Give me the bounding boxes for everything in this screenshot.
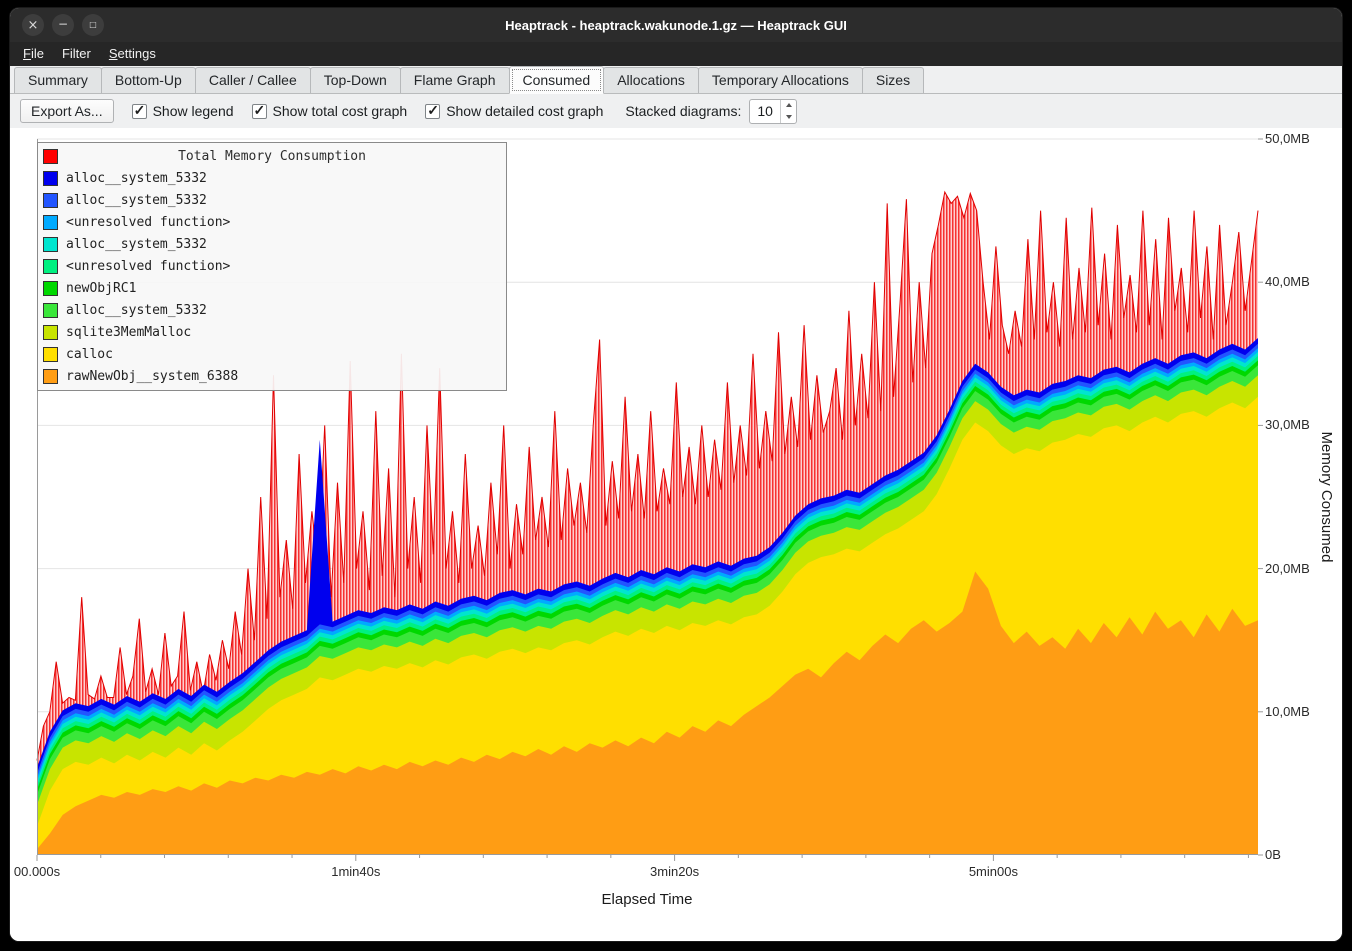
menu-item-file[interactable]: File [14, 42, 53, 66]
legend-item: <unresolved function> [38, 211, 506, 233]
y-tick-label: 30,0MB [1265, 417, 1310, 432]
app-window: × − □ Heaptrack - heaptrack.wakunode.1.g… [10, 8, 1342, 941]
legend-swatch [43, 259, 58, 274]
checkbox-show-detailed-cost-graph[interactable]: Show detailed cost graph [425, 103, 603, 119]
spinbox-buttons [780, 100, 796, 123]
legend-swatch [43, 237, 58, 252]
legend-item: sqlite3MemMalloc [38, 321, 506, 343]
tab-top-down[interactable]: Top-Down [310, 67, 401, 93]
y-axis-title: Memory Consumed [1318, 432, 1335, 563]
legend-label: alloc__system_5332 [66, 303, 207, 318]
menu-item-settings[interactable]: Settings [100, 42, 165, 66]
x-tick-label: 3min20s [650, 864, 699, 879]
tab-flame-graph[interactable]: Flame Graph [400, 67, 510, 93]
legend-title-swatch [43, 149, 58, 164]
legend-swatch [43, 347, 58, 362]
chart-area: Total Memory Consumption alloc__system_5… [10, 128, 1342, 941]
legend-swatch [43, 303, 58, 318]
checkbox-label: Show legend [153, 103, 234, 119]
legend-item: alloc__system_5332 [38, 233, 506, 255]
legend-item: alloc__system_5332 [38, 299, 506, 321]
y-tick-label: 40,0MB [1265, 274, 1310, 289]
legend-swatch [43, 193, 58, 208]
legend-label: alloc__system_5332 [66, 237, 207, 252]
x-axis-title: Elapsed Time [602, 891, 693, 908]
checkbox-box[interactable] [425, 104, 440, 119]
menu-bar: FileFilterSettings [10, 42, 1342, 66]
y-tick-label: 50,0MB [1265, 131, 1310, 146]
legend-label: <unresolved function> [66, 215, 230, 230]
checkbox-group: Show legend Show total cost graph Show det… [132, 103, 604, 119]
minimize-button[interactable]: − [52, 14, 74, 36]
y-tick-label: 20,0MB [1265, 561, 1310, 576]
legend-label: alloc__system_5332 [66, 171, 207, 186]
close-button[interactable]: × [22, 14, 44, 36]
legend-label: sqlite3MemMalloc [66, 325, 191, 340]
tab-consumed[interactable]: Consumed [509, 66, 605, 94]
minimize-icon: − [58, 18, 68, 30]
legend-item: rawNewObj__system_6388 [38, 365, 506, 387]
window-controls: × − □ [22, 8, 104, 42]
legend-label: <unresolved function> [66, 259, 230, 274]
titlebar: × − □ Heaptrack - heaptrack.wakunode.1.g… [10, 8, 1342, 42]
maximize-button[interactable]: □ [82, 14, 104, 36]
legend-label: newObjRC1 [66, 281, 136, 296]
maximize-icon: □ [89, 21, 97, 29]
legend-item: alloc__system_5332 [38, 167, 506, 189]
spinbox-up-button[interactable] [781, 100, 796, 112]
legend-label: alloc__system_5332 [66, 193, 207, 208]
legend-label: calloc [66, 347, 113, 362]
legend-swatch [43, 215, 58, 230]
x-tick-label: 5min00s [969, 864, 1018, 879]
legend-item: newObjRC1 [38, 277, 506, 299]
legend-title-row: Total Memory Consumption [38, 145, 506, 167]
toolbar: Export As... Show legend Show total cost … [10, 94, 1342, 128]
spinbox-down-button[interactable] [781, 111, 796, 123]
legend-item: alloc__system_5332 [38, 189, 506, 211]
legend-label: rawNewObj__system_6388 [66, 369, 238, 384]
checkbox-show-total-cost-graph[interactable]: Show total cost graph [252, 103, 408, 119]
checkbox-label: Show total cost graph [273, 103, 408, 119]
legend-swatch [43, 281, 58, 296]
y-tick-label: 0B [1265, 847, 1281, 862]
stacked-diagrams-spinbox[interactable]: 10 [749, 99, 797, 124]
tab-temporary-allocations[interactable]: Temporary Allocations [698, 67, 863, 93]
chart-legend: Total Memory Consumption alloc__system_5… [37, 142, 507, 391]
export-as-button[interactable]: Export As... [20, 99, 114, 123]
spinbox-value: 10 [750, 100, 780, 123]
legend-swatch [43, 171, 58, 186]
tab-bottom-up[interactable]: Bottom-Up [101, 67, 196, 93]
close-icon: × [28, 19, 39, 32]
checkbox-show-legend[interactable]: Show legend [132, 103, 234, 119]
legend-title: Total Memory Consumption [178, 149, 366, 164]
legend-swatch [43, 325, 58, 340]
x-tick-label: 1min40s [331, 864, 380, 879]
legend-item: calloc [38, 343, 506, 365]
legend-swatch [43, 369, 58, 384]
checkbox-label: Show detailed cost graph [446, 103, 603, 119]
y-tick-label: 10,0MB [1265, 704, 1310, 719]
x-tick-label: 00.000s [14, 864, 60, 879]
checkbox-box[interactable] [132, 104, 147, 119]
window-title: Heaptrack - heaptrack.wakunode.1.gz — He… [505, 18, 847, 33]
tab-summary[interactable]: Summary [14, 67, 102, 93]
legend-items: alloc__system_5332 alloc__system_5332 <unr… [38, 167, 506, 387]
tab-caller-callee[interactable]: Caller / Callee [195, 67, 311, 93]
legend-item: <unresolved function> [38, 255, 506, 277]
tab-allocations[interactable]: Allocations [603, 67, 699, 93]
tab-sizes[interactable]: Sizes [862, 67, 924, 93]
stacked-diagrams-label: Stacked diagrams: [625, 103, 741, 119]
tab-bar: SummaryBottom-UpCaller / CalleeTop-DownF… [10, 66, 1342, 94]
menu-item-filter[interactable]: Filter [53, 42, 100, 66]
checkbox-box[interactable] [252, 104, 267, 119]
